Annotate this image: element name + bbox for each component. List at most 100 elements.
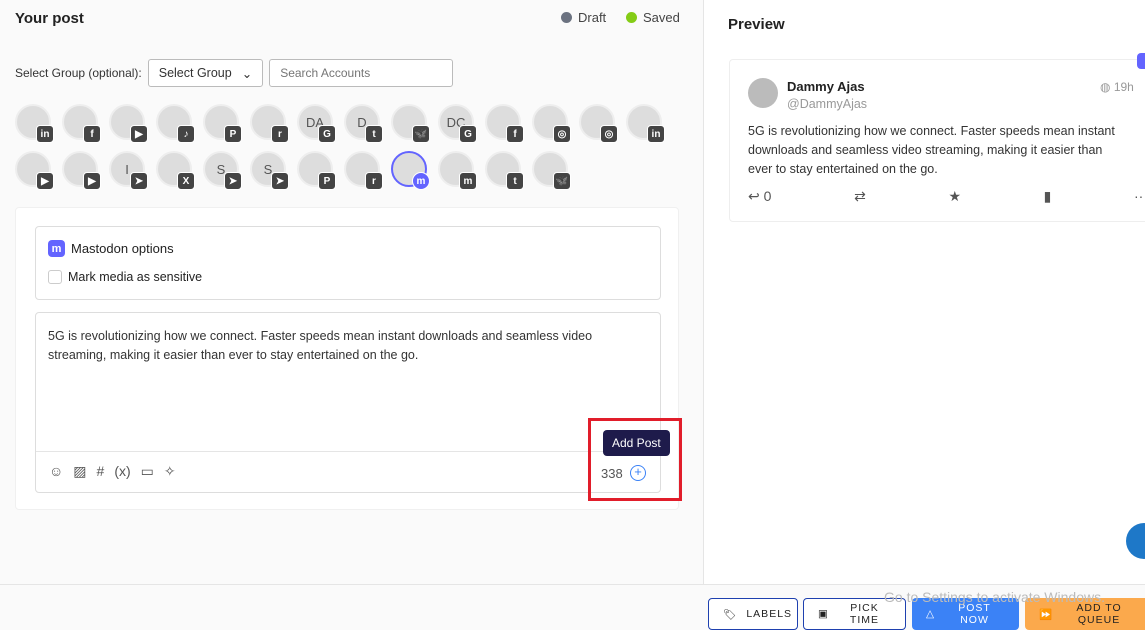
account-avatar-tumblr[interactable]: Dt bbox=[344, 104, 383, 143]
preview-handle: @DammyAjas bbox=[787, 97, 868, 111]
pinterest-icon: P bbox=[224, 125, 242, 143]
google-business-icon: G bbox=[318, 125, 336, 143]
youtube-icon: ▶ bbox=[36, 172, 54, 190]
preview-card: Dammy Ajas @DammyAjas ◍ 19h 5G is revolu… bbox=[729, 59, 1145, 222]
boost-icon: ⇄ bbox=[854, 188, 866, 204]
instagram-icon: ◎ bbox=[600, 125, 618, 143]
google-business-icon: G bbox=[459, 125, 477, 143]
preview-actions: ↩ 0 ⇄ ★ ▮ ··· bbox=[748, 188, 1145, 205]
bluesky-icon: 🦋 bbox=[553, 172, 571, 190]
account-avatar-tumblr[interactable]: t bbox=[485, 151, 524, 190]
bluesky-icon: 🦋 bbox=[412, 125, 430, 143]
preview-title: Preview bbox=[728, 16, 785, 33]
pick-time-text: PICK TIME bbox=[849, 602, 879, 626]
post-editor[interactable]: 5G is revolutionizing how we connect. Fa… bbox=[35, 312, 661, 493]
highlight-box bbox=[588, 418, 682, 501]
mastodon-icon: m bbox=[459, 172, 477, 190]
bookmark-icon: ▮ bbox=[1043, 188, 1052, 204]
telegram-icon: ➤ bbox=[271, 172, 289, 190]
preview-text: 5G is revolutionizing how we connect. Fa… bbox=[748, 124, 1115, 176]
chevron-down-icon: ⌄ bbox=[241, 66, 253, 81]
avatar bbox=[748, 78, 778, 108]
account-list: in f ▶ ♪ Pr DA G Dt 🦋 DC Gf ◎ ◎ in ▶ ▶ I ➤ X S ➤ S ➤ Pr m m t 🦋 bbox=[15, 104, 685, 190]
account-avatar-reddit[interactable]: r bbox=[344, 151, 383, 190]
reply-action: ↩ 0 bbox=[748, 188, 771, 205]
calendar-icon: ▣ bbox=[818, 608, 829, 620]
post-editor-panel: Your post Draft Saved Select Group (opti… bbox=[0, 0, 703, 584]
facebook-icon: f bbox=[506, 125, 524, 143]
account-avatar-linkedin[interactable]: in bbox=[626, 104, 665, 143]
toolbar-divider bbox=[36, 451, 660, 452]
reply-count: 0 bbox=[763, 188, 772, 204]
draft-dot-icon bbox=[561, 12, 572, 23]
globe-icon: ◍ bbox=[1100, 80, 1114, 94]
labels-text: LABELS bbox=[746, 608, 793, 620]
variable-icon[interactable]: (x) bbox=[114, 463, 130, 480]
account-avatar-google-business[interactable]: DA G bbox=[297, 104, 336, 143]
mastodon-icon: m bbox=[48, 240, 65, 257]
account-avatar-telegram[interactable]: S ➤ bbox=[203, 151, 242, 190]
mastodon-options-title: Mastodon options bbox=[71, 241, 174, 256]
hashtag-icon[interactable]: # bbox=[97, 463, 105, 480]
account-avatar-pinterest[interactable]: P bbox=[203, 104, 242, 143]
emoji-icon[interactable]: ☺ bbox=[49, 463, 63, 480]
account-avatar-x[interactable]: X bbox=[156, 151, 195, 190]
account-avatar-pinterest[interactable]: P bbox=[297, 151, 336, 190]
editor-toolbar: ☺ ▨ # (x) ▭ ✧ bbox=[49, 463, 176, 480]
telegram-icon: ➤ bbox=[130, 172, 148, 190]
group-label: Select Group (optional): bbox=[15, 66, 142, 80]
account-avatar-youtube[interactable]: ▶ bbox=[109, 104, 148, 143]
time-text: 19h bbox=[1113, 80, 1134, 94]
instagram-icon: ◎ bbox=[553, 125, 571, 143]
account-avatar-bluesky[interactable]: 🦋 bbox=[391, 104, 430, 143]
fast-forward-icon: ⏩ bbox=[1039, 608, 1054, 621]
page-title: Your post bbox=[15, 10, 84, 27]
saved-label: Saved bbox=[643, 10, 680, 25]
group-select[interactable]: Select Group ⌄ bbox=[147, 59, 264, 87]
image-icon[interactable]: ▨ bbox=[73, 463, 86, 480]
preview-time: ◍ 19h bbox=[1100, 80, 1134, 94]
draft-status: Draft bbox=[561, 10, 606, 25]
account-avatar-instagram[interactable]: ◎ bbox=[532, 104, 571, 143]
labels-button[interactable]: 🏷 LABELS bbox=[708, 598, 798, 630]
telegram-icon: ➤ bbox=[224, 172, 242, 190]
reddit-icon: r bbox=[365, 172, 383, 190]
ai-sparkle-icon[interactable]: ✧ bbox=[164, 463, 176, 480]
saved-dot-icon bbox=[626, 12, 637, 23]
account-avatar-telegram[interactable]: I ➤ bbox=[109, 151, 148, 190]
sensitive-checkbox[interactable] bbox=[48, 270, 62, 284]
account-avatar-facebook[interactable]: f bbox=[485, 104, 524, 143]
youtube-icon: ▶ bbox=[83, 172, 101, 190]
group-row: Select Group (optional): Select Group ⌄ bbox=[15, 59, 454, 87]
composer-card: m Mastodon options Mark media as sensitiv… bbox=[15, 207, 679, 510]
account-avatar-reddit[interactable]: r bbox=[250, 104, 289, 143]
tag-icon: 🏷 bbox=[723, 608, 738, 621]
account-avatar-instagram[interactable]: ◎ bbox=[579, 104, 618, 143]
draft-label: Draft bbox=[578, 10, 607, 25]
account-avatar-youtube[interactable]: ▶ bbox=[15, 151, 54, 190]
tiktok-icon: ♪ bbox=[177, 125, 195, 143]
account-avatar-linkedin[interactable]: in bbox=[15, 104, 54, 143]
account-avatar-youtube[interactable]: ▶ bbox=[62, 151, 101, 190]
reply-icon: ↩ bbox=[748, 188, 764, 204]
x-icon: X bbox=[177, 172, 195, 190]
post-textarea[interactable]: 5G is revolutionizing how we connect. Fa… bbox=[48, 327, 638, 365]
account-avatar-google-business[interactable]: DC G bbox=[438, 104, 477, 143]
account-avatar-bluesky[interactable]: 🦋 bbox=[532, 151, 571, 190]
star-icon: ★ bbox=[948, 188, 961, 204]
send-icon: △ bbox=[926, 608, 936, 620]
sensitive-checkbox-row[interactable]: Mark media as sensitive bbox=[48, 270, 202, 284]
template-icon[interactable]: ▭ bbox=[141, 463, 154, 480]
sensitive-label: Mark media as sensitive bbox=[68, 270, 203, 284]
tumblr-icon: t bbox=[365, 125, 383, 143]
tumblr-icon: t bbox=[506, 172, 524, 190]
mastodon-icon bbox=[1137, 53, 1145, 69]
reddit-icon: r bbox=[271, 125, 289, 143]
account-avatar-facebook[interactable]: f bbox=[62, 104, 101, 143]
search-accounts-input[interactable] bbox=[269, 59, 454, 87]
account-avatar-mastodon[interactable]: m bbox=[391, 151, 430, 190]
account-avatar-telegram[interactable]: S ➤ bbox=[250, 151, 289, 190]
account-avatar-mastodon[interactable]: m bbox=[438, 151, 477, 190]
facebook-icon: f bbox=[83, 125, 101, 143]
account-avatar-tiktok[interactable]: ♪ bbox=[156, 104, 195, 143]
